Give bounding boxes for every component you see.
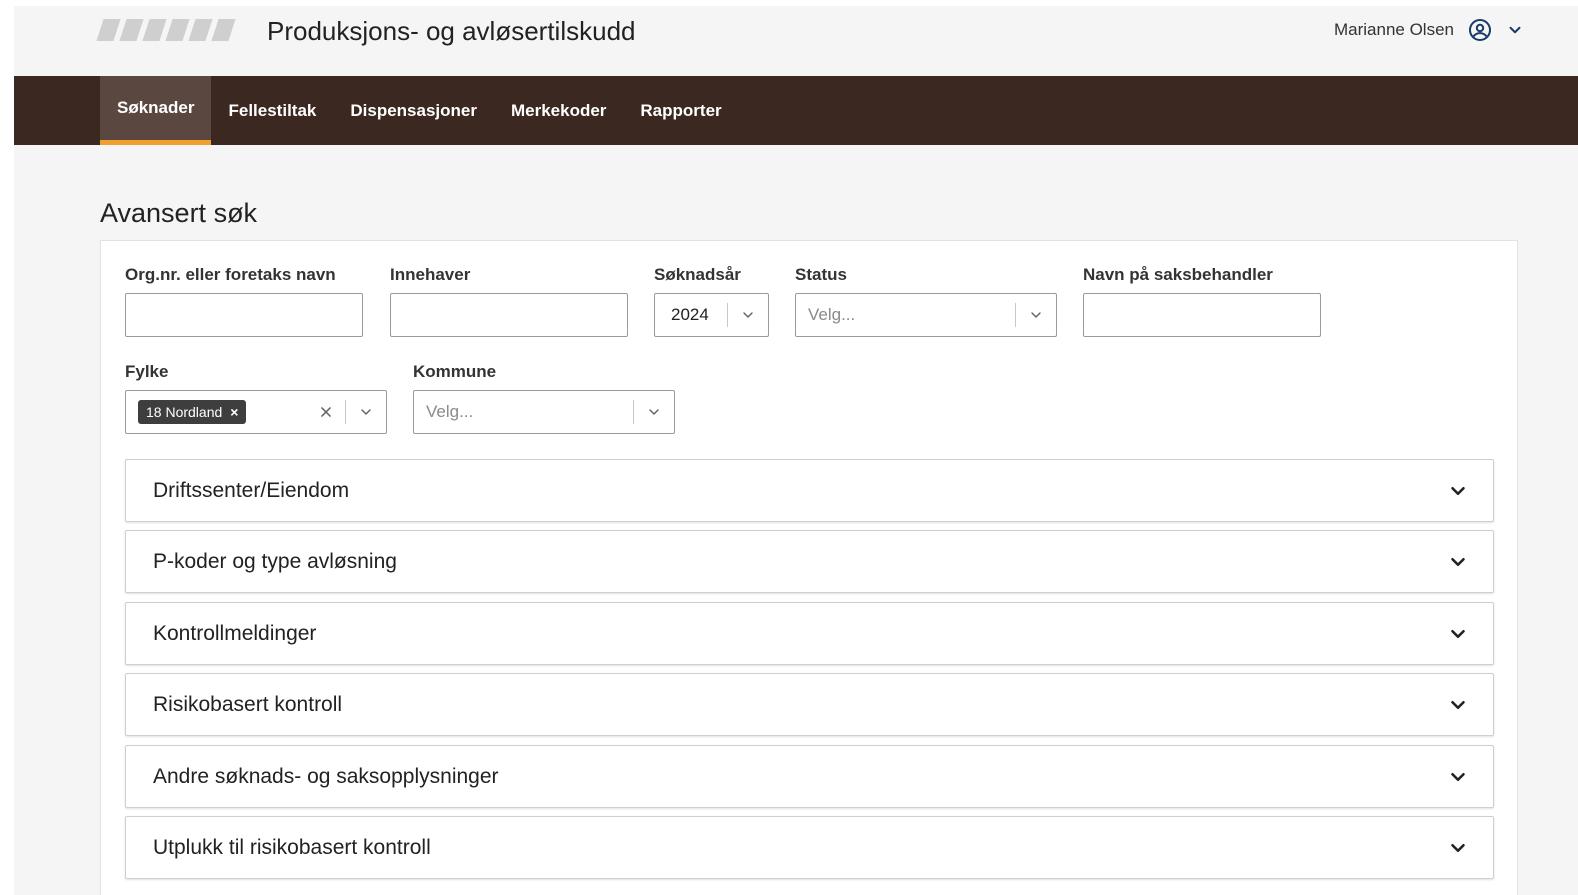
user-circle-icon (1469, 19, 1491, 41)
accordion-label: Risikobasert kontroll (153, 692, 343, 716)
municipality-label: Kommune (413, 362, 497, 381)
accordion-andre-opplysninger[interactable]: Andre søknads- og saksopplysninger (125, 745, 1494, 808)
status-dropdown-toggle[interactable] (1016, 307, 1056, 323)
top-bar: Produksjons- og avløsertilskudd Marianne… (14, 6, 1578, 76)
accordion-label: Andre søknads- og saksopplysninger (153, 764, 499, 788)
chevron-down-icon (1451, 772, 1465, 781)
org-label: Org.nr. eller foretaks navn (125, 265, 336, 284)
handler-label: Navn på saksbehandler (1083, 265, 1273, 284)
municipality-select[interactable]: Velg... (413, 390, 675, 434)
chevron-down-icon (1451, 843, 1465, 852)
year-dropdown-toggle[interactable] (728, 307, 768, 323)
municipality-field: Kommune Velg... (413, 362, 675, 434)
status-label: Status (795, 265, 847, 284)
nav-tab-dispensasjoner[interactable]: Dispensasjoner (333, 76, 494, 145)
accordion-driftssenter[interactable]: Driftssenter/Eiendom (125, 459, 1494, 522)
user-menu[interactable]: Marianne Olsen (1334, 18, 1524, 42)
chevron-down-icon[interactable] (1506, 21, 1524, 39)
owner-field: Innehaver (390, 265, 628, 337)
county-label: Fylke (125, 362, 169, 381)
handler-input[interactable] (1083, 293, 1321, 337)
accordion-label: P-koder og type avløsning (153, 549, 397, 573)
county-clear-button[interactable] (307, 405, 345, 419)
nav-tab-fellestiltak[interactable]: Fellestiltak (211, 76, 333, 145)
year-label: Søknadsår (654, 265, 741, 284)
county-tag: 18 Nordland × (138, 400, 247, 424)
accordion-kontrollmeldinger[interactable]: Kontrollmeldinger (125, 602, 1494, 665)
county-dropdown-toggle[interactable] (346, 404, 386, 420)
chevron-down-icon (1451, 629, 1465, 638)
user-name: Marianne Olsen (1333, 20, 1454, 39)
year-value: 2024 (671, 305, 709, 324)
tag-remove-icon[interactable]: × (230, 404, 238, 420)
close-icon (321, 407, 331, 417)
chevron-down-icon (1451, 557, 1465, 566)
app-title: Produksjons- og avløsertilskudd (267, 16, 636, 46)
nav-tab-soknader[interactable]: Søknader (100, 76, 212, 145)
year-select[interactable]: 2024 (654, 293, 769, 337)
app-frame: Produksjons- og avløsertilskudd Marianne… (14, 6, 1578, 895)
chevron-down-icon (1451, 486, 1465, 495)
chevron-down-icon (361, 409, 371, 415)
logo (96, 19, 236, 41)
main-nav: Søknader Fellestiltak Dispensasjoner Mer… (14, 76, 1578, 145)
nav-tab-merkekoder[interactable]: Merkekoder (494, 76, 623, 145)
accordion-p-koder[interactable]: P-koder og type avløsning (125, 530, 1494, 593)
status-field: Status Velg... (795, 265, 1057, 337)
chevron-down-icon (1451, 700, 1465, 709)
county-select[interactable]: 18 Nordland × (125, 390, 387, 434)
municipality-placeholder: Velg... (426, 402, 474, 421)
municipality-dropdown-toggle[interactable] (634, 404, 674, 420)
accordion-label: Driftssenter/Eiendom (153, 478, 350, 502)
owner-label: Innehaver (390, 265, 471, 284)
county-field: Fylke 18 Nordland × (125, 362, 387, 434)
county-tag-label: 18 Nordland (146, 404, 223, 420)
handler-field: Navn på saksbehandler (1083, 265, 1321, 337)
org-field: Org.nr. eller foretaks navn (125, 265, 363, 337)
chevron-down-icon (1031, 312, 1041, 318)
year-field: Søknadsår 2024 (654, 265, 769, 337)
advanced-search-card: Org.nr. eller foretaks navn Innehaver Sø… (100, 240, 1518, 895)
org-input[interactable] (125, 293, 363, 337)
chevron-down-icon (743, 312, 753, 318)
accordion-utplukk[interactable]: Utplukk til risikobasert kontroll (125, 816, 1494, 879)
page-title: Avansert søk (100, 198, 258, 228)
status-select[interactable]: Velg... (795, 293, 1057, 337)
status-placeholder: Velg... (808, 305, 856, 324)
owner-input[interactable] (390, 293, 628, 337)
nav-tab-rapporter[interactable]: Rapporter (623, 76, 738, 145)
chevron-down-icon (649, 409, 659, 415)
accordion-risikobasert-kontroll[interactable]: Risikobasert kontroll (125, 673, 1494, 736)
accordion-label: Utplukk til risikobasert kontroll (153, 835, 431, 859)
accordion-label: Kontrollmeldinger (153, 621, 317, 645)
